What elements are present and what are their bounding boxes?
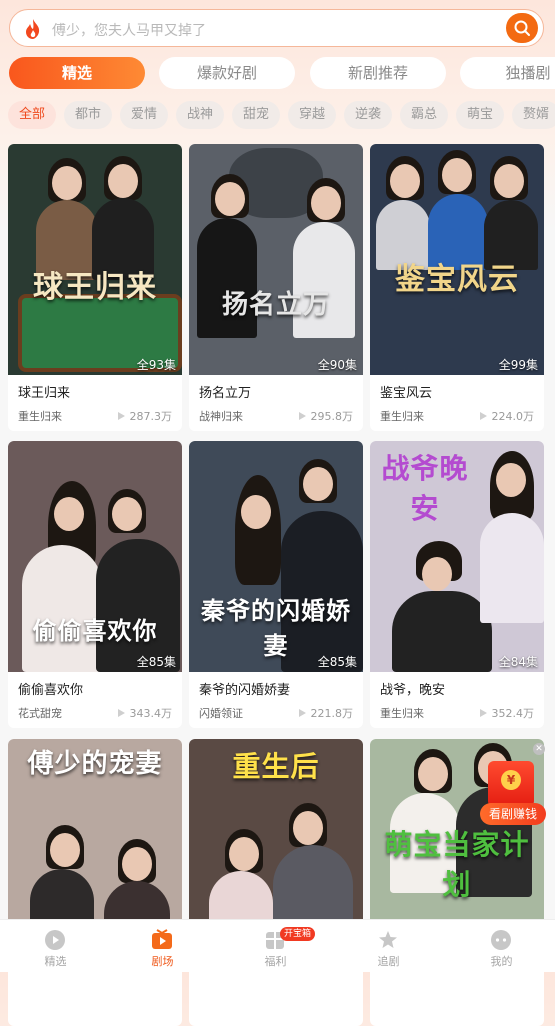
view-count: 352.4万 <box>479 705 534 721</box>
cover-image[interactable]: 球王归来 全93集 <box>8 144 182 375</box>
play-count-icon <box>479 412 487 420</box>
drama-title[interactable]: 鉴宝风云 <box>380 382 432 401</box>
drama-title[interactable]: 扬名立万 <box>199 382 251 401</box>
chip-zhanshen[interactable]: 战神 <box>176 101 224 129</box>
episode-count: 全99集 <box>498 358 538 372</box>
drama-card[interactable]: 鉴宝风云 全99集 鉴宝风云 重生归来 224.0万 <box>370 144 544 431</box>
chip-nixi[interactable]: 逆袭 <box>344 101 392 129</box>
play-count-icon <box>479 709 487 717</box>
drama-title[interactable]: 战爷，晚安 <box>380 679 445 698</box>
cover-image[interactable]: 偷偷喜欢你 全85集 <box>8 441 182 672</box>
search-bar[interactable]: 傅少，您夫人马甲又掉了 <box>9 9 544 47</box>
red-envelope-icon[interactable]: ¥ <box>488 761 534 807</box>
drama-card[interactable]: 重生后 <box>189 739 363 1026</box>
drama-card[interactable]: 秦爷的闪婚娇妻 全85集 秦爷的闪婚娇妻 闪婚领证 221.8万 <box>189 441 363 728</box>
category-tabs: 精选 爆款好剧 新剧推荐 独播剧 <box>0 57 555 91</box>
view-count: 295.8万 <box>298 408 353 424</box>
chip-all[interactable]: 全部 <box>8 101 56 129</box>
cover-title: 球王归来 <box>33 270 157 305</box>
view-count: 224.0万 <box>479 408 534 424</box>
tab-jingxuan[interactable]: 精选 <box>9 57 145 89</box>
nav-juchang[interactable]: 剧场 <box>107 920 218 972</box>
drama-tag: 重生归来 <box>18 410 62 423</box>
search-placeholder[interactable]: 傅少，您夫人马甲又掉了 <box>52 20 206 40</box>
view-count: 343.4万 <box>117 705 172 721</box>
close-icon[interactable]: ✕ <box>533 743 545 755</box>
search-button[interactable] <box>506 13 538 43</box>
drama-card[interactable]: 战爷晚安 全84集 战爷，晚安 重生归来 352.4万 <box>370 441 544 728</box>
fire-icon <box>26 19 40 39</box>
nav-zhuiju[interactable]: 追剧 <box>333 920 444 972</box>
cover-title: 鉴宝风云 <box>395 262 519 297</box>
episode-count: 全90集 <box>317 358 357 372</box>
cover-title: 萌宝当家计划 <box>384 828 530 901</box>
episode-count: 全85集 <box>136 655 176 669</box>
drama-card[interactable]: 扬名立万 全90集 扬名立万 战神归来 295.8万 <box>189 144 363 431</box>
drama-tag: 闪婚领证 <box>199 707 243 720</box>
search-icon <box>514 20 530 36</box>
cover-image[interactable]: 战爷晚安 全84集 <box>370 441 544 672</box>
drama-card[interactable]: 傅少的宠妻 <box>8 739 182 1026</box>
drama-title[interactable]: 秦爷的闪婚娇妻 <box>199 679 290 698</box>
cover-title: 傅少的宠妻 <box>27 749 163 779</box>
drama-title[interactable]: 球王归来 <box>18 382 70 401</box>
watch-earn-label[interactable]: 看剧赚钱 <box>480 803 546 825</box>
view-count: 287.3万 <box>117 408 172 424</box>
profile-icon <box>491 930 511 950</box>
drama-tag: 重生归来 <box>380 410 424 423</box>
bonus-red-envelope[interactable]: ✕ ¥ 看剧赚钱 <box>480 743 546 829</box>
cover-image[interactable]: 鉴宝风云 全99集 <box>370 144 544 375</box>
chip-dushi[interactable]: 都市 <box>64 101 112 129</box>
drama-tag: 重生归来 <box>380 707 424 720</box>
episode-count: 全84集 <box>498 655 538 669</box>
tab-xinju[interactable]: 新剧推荐 <box>310 57 446 89</box>
bottom-navigation: 精选 剧场 开宝箱 福利 追剧 我的 <box>0 919 555 972</box>
star-hat-icon <box>379 931 397 948</box>
cover-image[interactable]: 秦爷的闪婚娇妻 全85集 <box>189 441 363 672</box>
drama-tag: 战神归来 <box>199 410 243 423</box>
chip-aiqing[interactable]: 爱情 <box>120 101 168 129</box>
chip-tianchong[interactable]: 甜宠 <box>232 101 280 129</box>
cover-title: 扬名立万 <box>221 290 330 320</box>
drama-tag: 花式甜宠 <box>18 707 62 720</box>
cover-title: 战爷晚安 <box>381 452 469 525</box>
tab-baokuan[interactable]: 爆款好剧 <box>159 57 295 89</box>
chip-chuanyue[interactable]: 穿越 <box>288 101 336 129</box>
view-count: 221.8万 <box>298 705 353 721</box>
episode-count: 全85集 <box>317 655 357 669</box>
episode-count: 全93集 <box>136 358 176 372</box>
cover-title: 偷偷喜欢你 <box>32 617 158 645</box>
play-circle-icon <box>45 930 65 950</box>
cover-title: 秦爷的闪婚娇妻 <box>201 597 351 660</box>
chip-mengbao[interactable]: 萌宝 <box>456 101 504 129</box>
theater-icon <box>152 929 172 949</box>
play-count-icon <box>298 412 306 420</box>
drama-card[interactable]: 偷偷喜欢你 全85集 偷偷喜欢你 花式甜宠 343.4万 <box>8 441 182 728</box>
chip-zhuixu[interactable]: 赘婿 <box>512 101 555 129</box>
nav-wode[interactable]: 我的 <box>446 920 555 972</box>
genre-filter: 全部 都市 爱情 战神 甜宠 穿越 逆袭 霸总 萌宝 赘婿 <box>0 101 555 131</box>
nav-jingxuan[interactable]: 精选 <box>0 920 111 972</box>
play-count-icon <box>117 412 125 420</box>
nav-fuli[interactable]: 开宝箱 福利 <box>220 920 331 972</box>
drama-title[interactable]: 偷偷喜欢你 <box>18 679 83 698</box>
play-count-icon <box>117 709 125 717</box>
cover-title: 重生后 <box>232 750 320 783</box>
drama-card[interactable]: 球王归来 全93集 球王归来 重生归来 287.3万 <box>8 144 182 431</box>
play-count-icon <box>298 709 306 717</box>
cover-image[interactable]: 扬名立万 全90集 <box>189 144 363 375</box>
treasure-badge: 开宝箱 <box>280 927 316 941</box>
chip-bazong[interactable]: 霸总 <box>400 101 448 129</box>
tab-dubo[interactable]: 独播剧 <box>460 57 555 89</box>
